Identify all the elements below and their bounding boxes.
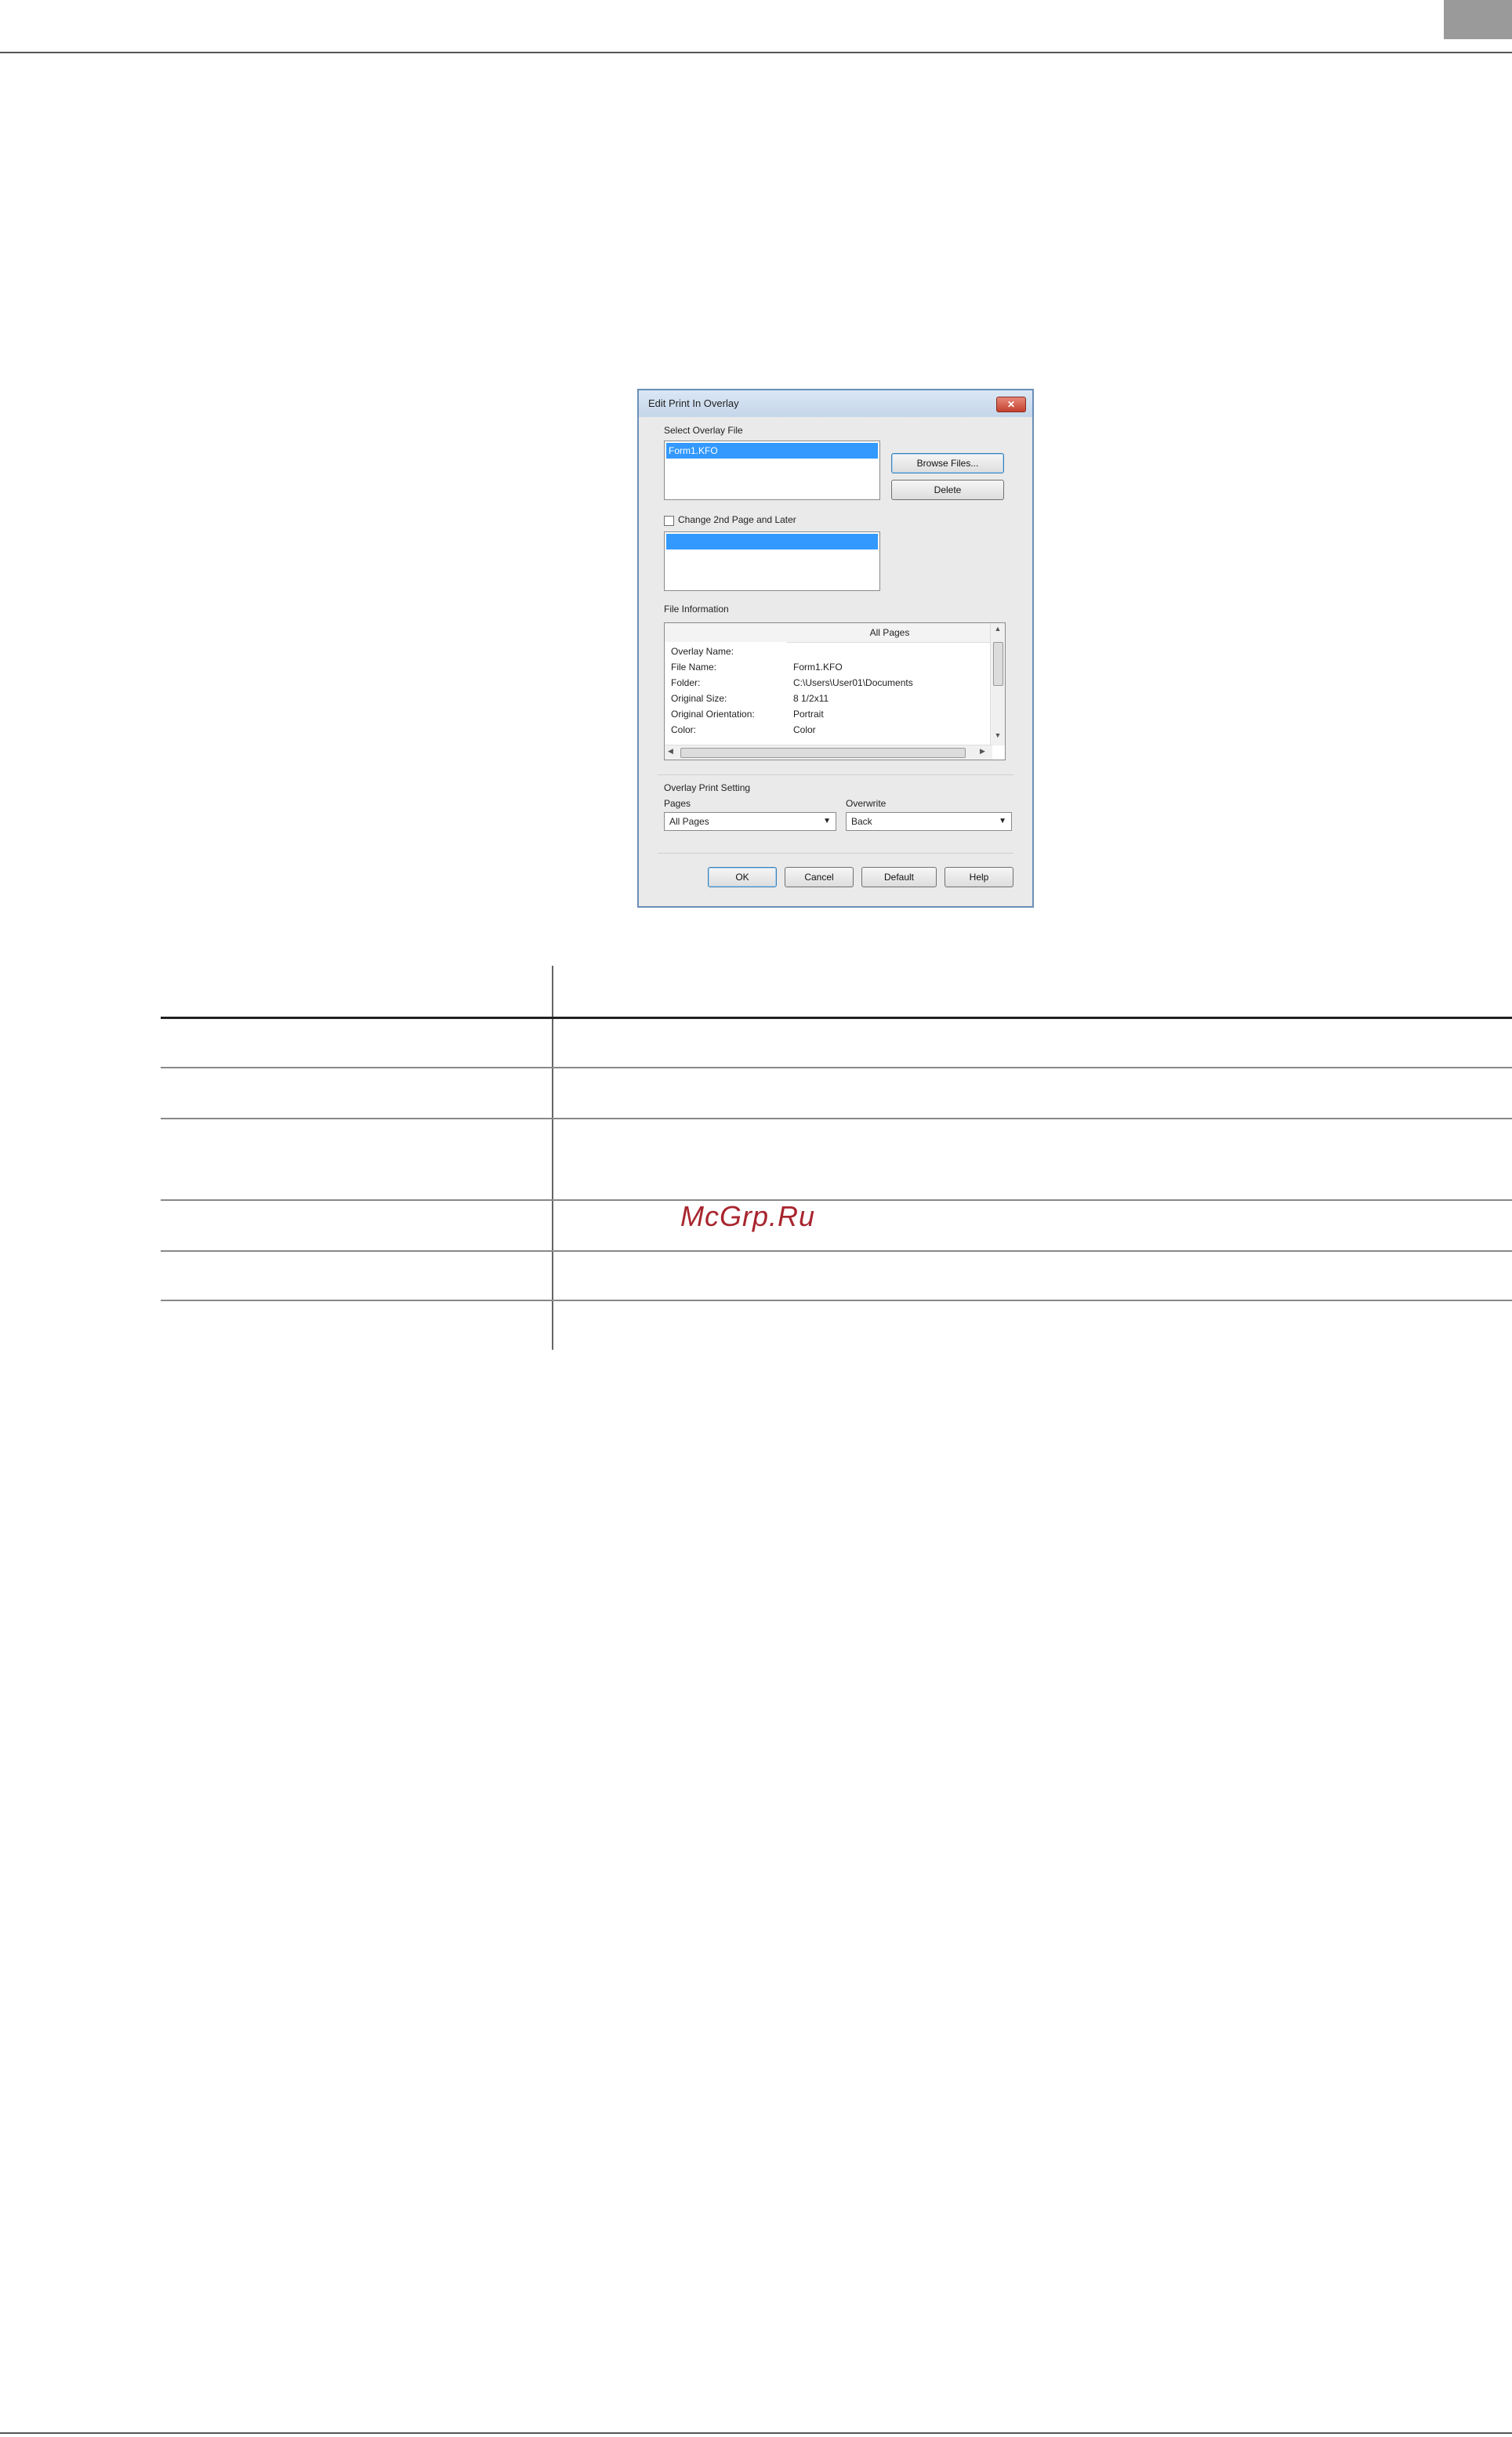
dialog-title: Edit Print In Overlay bbox=[648, 397, 739, 409]
page-corner-tab bbox=[1444, 0, 1512, 39]
overwrite-select-value: Back bbox=[851, 816, 872, 827]
select-overlay-file-label: Select Overlay File bbox=[664, 425, 743, 436]
dialog-titlebar: Edit Print In Overlay ✕ bbox=[639, 390, 1032, 417]
pages-select-value: All Pages bbox=[669, 816, 709, 827]
close-button[interactable]: ✕ bbox=[996, 397, 1026, 412]
pages-label: Pages bbox=[664, 798, 691, 809]
info-key: Color: bbox=[671, 724, 697, 735]
info-key: Original Size: bbox=[671, 693, 727, 704]
scroll-down-icon[interactable]: ▼ bbox=[991, 731, 1005, 739]
browse-files-button[interactable]: Browse Files... bbox=[891, 453, 1004, 473]
info-column-header: All Pages bbox=[787, 623, 992, 643]
info-key: Overlay Name: bbox=[671, 646, 734, 657]
scroll-thumb[interactable] bbox=[993, 642, 1003, 686]
button-separator bbox=[658, 853, 1013, 854]
ok-button[interactable]: OK bbox=[708, 867, 777, 887]
file-information-label: File Information bbox=[664, 604, 729, 615]
info-row: Folder: C:\Users\User01\Documents bbox=[665, 675, 992, 691]
info-key: File Name: bbox=[671, 662, 717, 673]
edit-print-in-overlay-dialog: Edit Print In Overlay ✕ Select Overlay F… bbox=[637, 389, 1034, 908]
overwrite-select[interactable]: Back ▼ bbox=[846, 812, 1012, 831]
info-value: Portrait bbox=[793, 709, 824, 720]
help-button[interactable]: Help bbox=[945, 867, 1013, 887]
table-row-rule bbox=[161, 1250, 1512, 1252]
info-row: Overlay Name: bbox=[665, 644, 992, 659]
info-row: File Name: Form1.KFO bbox=[665, 659, 992, 675]
horizontal-scrollbar[interactable]: ◀ ▶ bbox=[665, 745, 992, 760]
change-2nd-page-checkbox[interactable] bbox=[664, 516, 674, 526]
info-value: 8 1/2x11 bbox=[793, 693, 829, 704]
delete-button[interactable]: Delete bbox=[891, 480, 1004, 500]
info-value: Color bbox=[793, 724, 816, 735]
vertical-scrollbar[interactable]: ▲ ▼ bbox=[990, 623, 1005, 745]
default-button[interactable]: Default bbox=[861, 867, 937, 887]
info-value: Form1.KFO bbox=[793, 662, 843, 673]
table-row-rule bbox=[161, 1067, 1512, 1068]
file-information-table: All Pages Overlay Name: File Name: Form1… bbox=[664, 622, 1006, 760]
scroll-right-icon[interactable]: ▶ bbox=[980, 747, 985, 756]
info-value: C:\Users\User01\Documents bbox=[793, 677, 913, 688]
header-rule bbox=[0, 52, 1512, 53]
scroll-thumb[interactable] bbox=[680, 748, 966, 758]
scroll-left-icon[interactable]: ◀ bbox=[668, 747, 673, 756]
info-row: Original Size: 8 1/2x11 bbox=[665, 691, 992, 706]
list-item[interactable] bbox=[666, 534, 878, 549]
table-row-rule bbox=[161, 1118, 1512, 1119]
footer-rule bbox=[0, 2432, 1512, 2434]
pages-select[interactable]: All Pages ▼ bbox=[664, 812, 836, 831]
table-column-divider bbox=[552, 966, 553, 1350]
cancel-button[interactable]: Cancel bbox=[785, 867, 854, 887]
group-separator bbox=[658, 774, 1013, 775]
scroll-up-icon[interactable]: ▲ bbox=[991, 625, 1005, 633]
info-header-blank bbox=[665, 623, 788, 642]
table-row-rule bbox=[161, 1199, 1512, 1201]
info-row: Original Orientation: Portrait bbox=[665, 706, 992, 722]
table-header-rule bbox=[161, 1017, 1512, 1019]
list-item[interactable]: Form1.KFO bbox=[666, 443, 878, 459]
watermark: McGrp.Ru bbox=[680, 1200, 816, 1232]
table-row-rule bbox=[161, 1300, 1512, 1301]
chevron-down-icon: ▼ bbox=[999, 817, 1006, 825]
second-page-file-list[interactable] bbox=[664, 531, 880, 591]
change-2nd-page-label: Change 2nd Page and Later bbox=[678, 514, 796, 525]
info-key: Original Orientation: bbox=[671, 709, 755, 720]
overwrite-label: Overwrite bbox=[846, 798, 887, 809]
overlay-file-list[interactable]: Form1.KFO bbox=[664, 441, 880, 500]
info-row: Color: Color bbox=[665, 722, 992, 738]
info-key: Folder: bbox=[671, 677, 701, 688]
overlay-print-setting-label: Overlay Print Setting bbox=[664, 782, 751, 793]
chevron-down-icon: ▼ bbox=[823, 817, 831, 825]
